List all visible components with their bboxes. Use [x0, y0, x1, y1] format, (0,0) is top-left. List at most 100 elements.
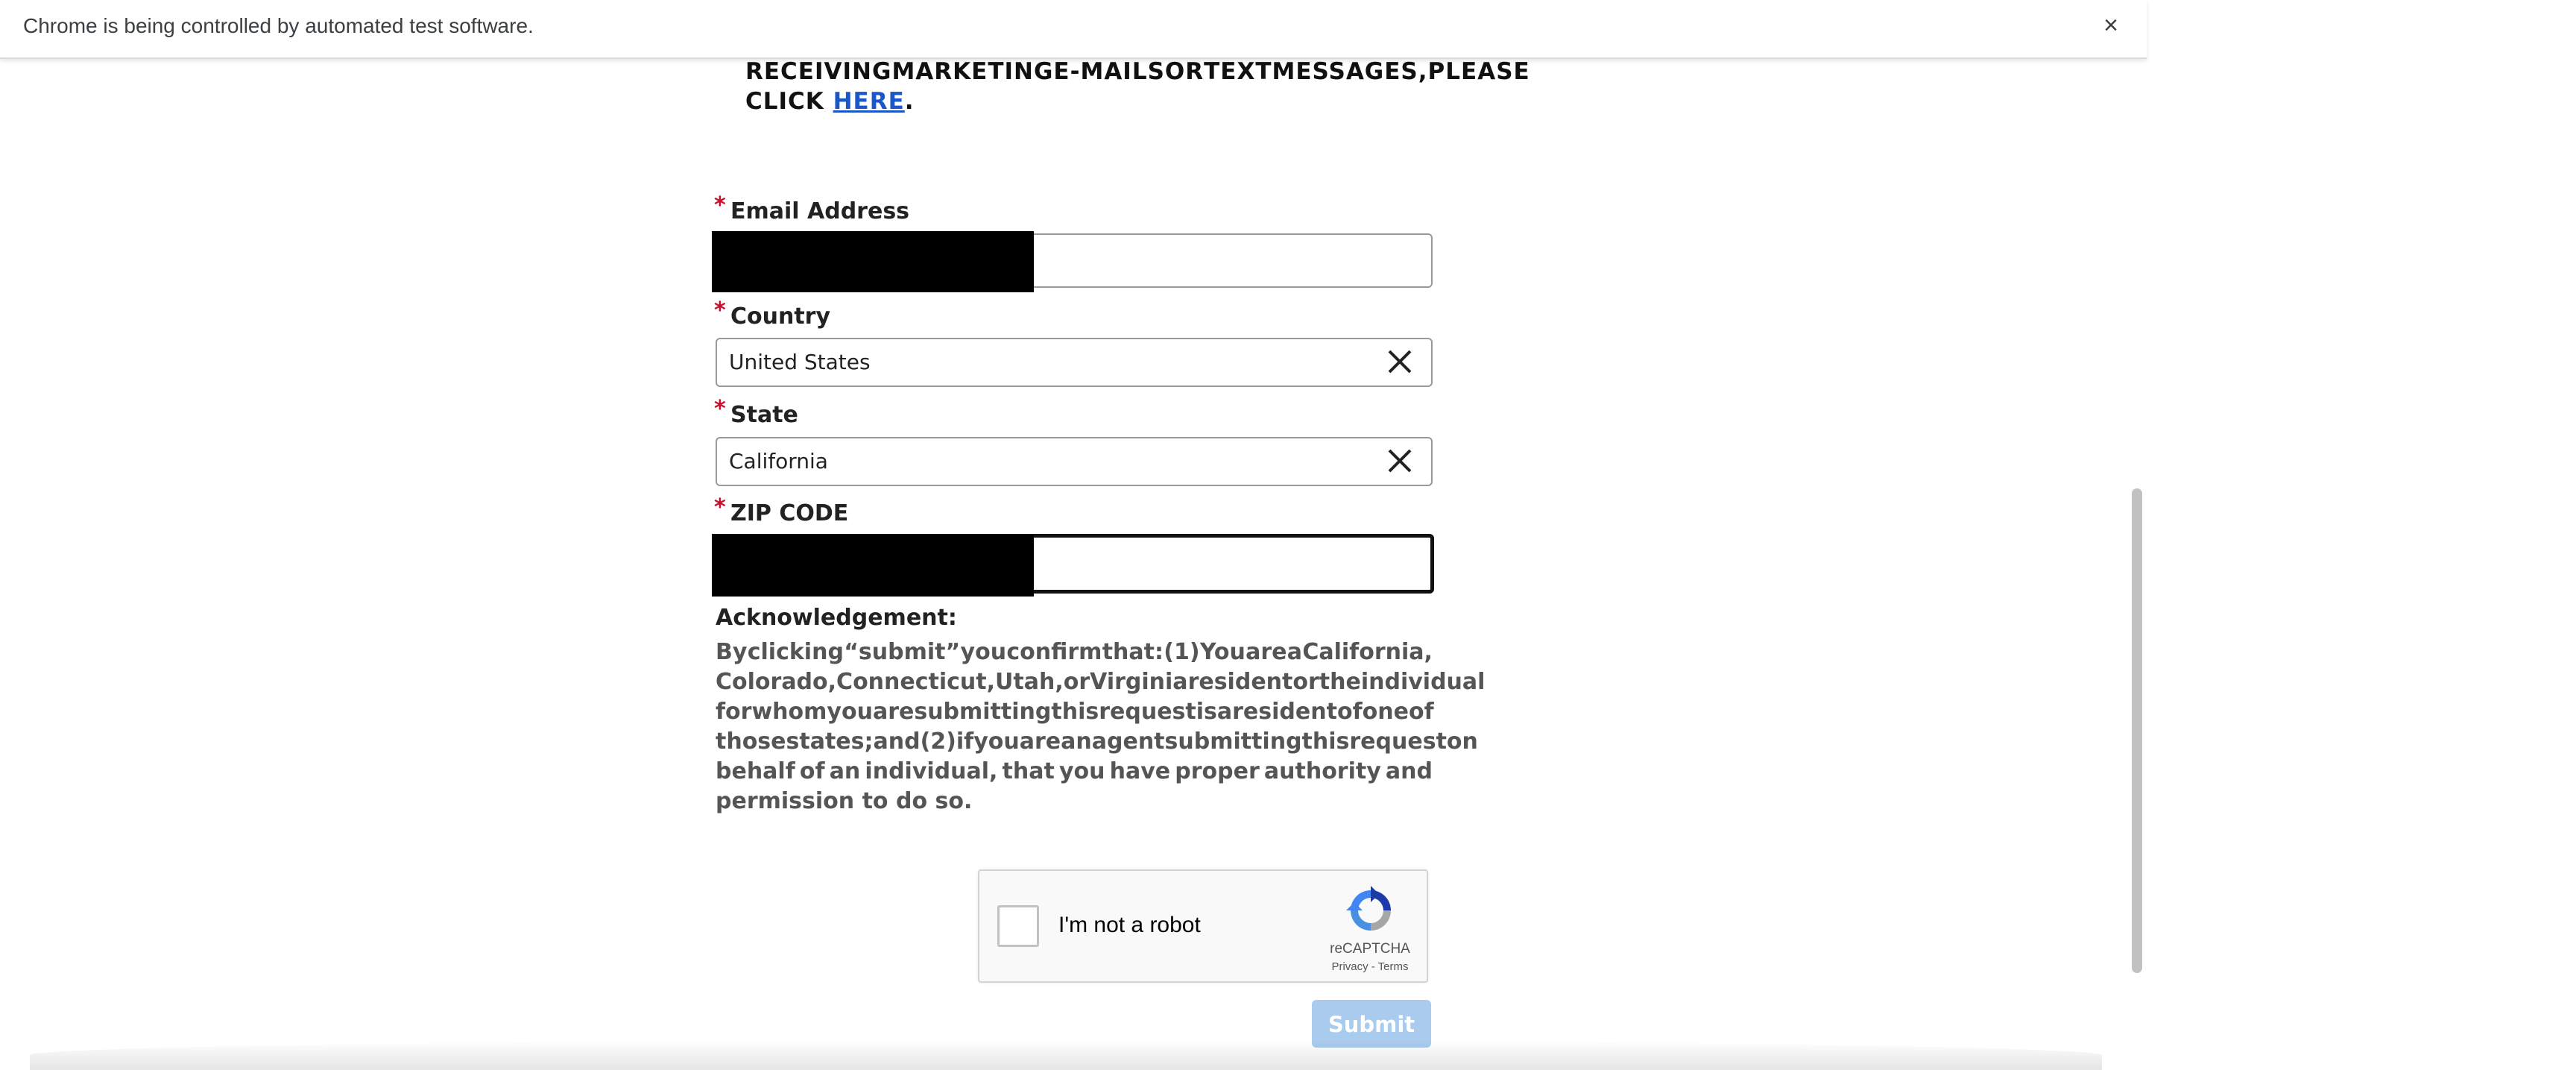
ack-word: Virginia [1090, 669, 1188, 695]
ack-word: an [1061, 728, 1092, 755]
automation-infobar: Chrome is being controlled by automated … [0, 0, 2147, 59]
ack-word: whom [751, 699, 827, 725]
state-label: State [730, 402, 798, 428]
required-asterisk: * [714, 494, 726, 520]
ack-word: request [1099, 699, 1196, 725]
ack-word: or [1292, 669, 1319, 695]
required-asterisk: * [714, 298, 726, 324]
ack-word: have [1109, 758, 1171, 784]
ack-line: those states; and (2) if you are an agent submitt… [716, 727, 1478, 757]
ack-word: that [1002, 758, 1055, 784]
infobar-message: Chrome is being controlled by automated … [23, 14, 534, 37]
ack-word: are [1246, 639, 1287, 665]
ack-word: submitting [914, 699, 1052, 725]
ack-line: for whom you are submitting this request is a res… [716, 697, 1434, 727]
country-select[interactable]: United States [716, 338, 1433, 387]
ack-word: this [1051, 699, 1099, 725]
recaptcha-logo-icon [1346, 886, 1391, 931]
ack-word: you [973, 728, 1020, 755]
outside-viewport-area [2147, 0, 2576, 1070]
required-asterisk: * [714, 192, 726, 218]
country-value: United States [729, 350, 871, 374]
redacted-block [712, 231, 1034, 292]
clear-state-icon[interactable] [1385, 446, 1415, 476]
ack-line: Colorado, Connecticut, Utah, or Virginia resi… [716, 667, 1485, 697]
ack-word: are [872, 699, 915, 725]
notice-word: PLEASE [1427, 58, 1530, 85]
ack-word: (1) [1164, 639, 1200, 665]
notice-line-2: CLICK HERE. [745, 86, 1401, 116]
state-select[interactable]: California [716, 437, 1433, 486]
recaptcha-widget: I'm not a robot reCAPTCHA Privacy - Term… [978, 869, 1428, 983]
ack-word: individual [1360, 669, 1486, 695]
state-value: California [729, 449, 828, 473]
ack-word: you [960, 639, 1007, 665]
country-label: Country [730, 303, 831, 330]
ack-word: an [829, 758, 861, 784]
ack-word: states; [786, 728, 874, 755]
ack-word: Connecticut, [836, 669, 996, 695]
ack-line: permission to do so. [716, 788, 973, 814]
ack-word: you [827, 699, 873, 725]
acknowledgement-title: Acknowledgement: [716, 605, 957, 631]
ack-word: behalf [716, 758, 795, 784]
clear-country-icon[interactable] [1385, 347, 1415, 377]
ack-word: and [1385, 758, 1433, 784]
ack-word: Colorado, [716, 669, 837, 695]
ack-word: individual, [865, 758, 998, 784]
zip-label: ZIP CODE [730, 500, 849, 526]
here-link[interactable]: HERE [833, 88, 905, 115]
ack-line: behalf of an individual, that you have proper au… [716, 757, 1433, 787]
ack-word: submitting [1164, 728, 1302, 755]
ack-word: if [956, 728, 974, 755]
notice-word: MARKETING [891, 58, 1054, 85]
notice-word: E-MAILS [1053, 58, 1165, 85]
redacted-block [712, 534, 1034, 597]
notice-word: TEXT [1204, 58, 1272, 85]
ack-word: request [1349, 728, 1447, 755]
ack-word: a [1287, 639, 1303, 665]
notice-period: . [904, 88, 915, 115]
email-label: Email Address [730, 198, 910, 224]
recaptcha-brand: reCAPTCHA [1330, 941, 1410, 957]
ack-word: of [1336, 699, 1363, 725]
ack-word: By [716, 639, 748, 665]
notice-click-text: CLICK [745, 88, 824, 115]
ack-word: agent [1091, 728, 1165, 755]
notice-word: OR [1164, 58, 1205, 85]
required-asterisk: * [714, 396, 726, 422]
ack-word: confirm [1006, 639, 1102, 665]
ack-word: “submit” [844, 639, 961, 665]
recaptcha-checkbox[interactable] [997, 905, 1039, 947]
ack-word: is [1196, 699, 1217, 725]
ack-word: authority [1263, 758, 1381, 784]
recaptcha-label: I'm not a robot [1058, 913, 1201, 937]
recaptcha-privacy-terms[interactable]: Privacy - Terms [1325, 960, 1415, 973]
acknowledgement-text: By clicking “submit” you confirm that: (1) You a… [716, 638, 1485, 816]
ack-word: resident [1187, 669, 1293, 695]
ack-word: that: [1102, 639, 1164, 665]
notice-word: MESSAGES, [1272, 58, 1428, 85]
notice-word: RECEIVING [745, 58, 892, 85]
scrollbar-thumb[interactable] [2132, 488, 2142, 973]
ack-word: resident [1232, 699, 1337, 725]
bottom-shadow [30, 1040, 2102, 1070]
ack-word: You [1199, 639, 1246, 665]
ack-word: California, [1302, 639, 1433, 665]
ack-word: are [1019, 728, 1061, 755]
ack-word: the [1319, 669, 1361, 695]
ack-word: those [716, 728, 786, 755]
ack-word: or [1063, 669, 1090, 695]
infobar-close-icon[interactable]: × [2096, 10, 2126, 40]
ack-word: of [799, 758, 825, 784]
ack-word: (2) [920, 728, 956, 755]
ack-word: a [1216, 699, 1233, 725]
ack-line: By clicking “submit” you confirm that: (1) You a… [716, 638, 1433, 667]
ack-word: for [716, 699, 752, 725]
ack-word: of [1408, 699, 1434, 725]
ack-word: proper [1175, 758, 1260, 784]
ack-word: clicking [747, 639, 844, 665]
marketing-notice: RECEIVING MARKETING E-MAILS OR TEXT MESS… [745, 57, 1530, 116]
notice-line-1: RECEIVING MARKETING E-MAILS OR TEXT MESS… [745, 57, 1530, 86]
ack-word: one [1362, 699, 1409, 725]
